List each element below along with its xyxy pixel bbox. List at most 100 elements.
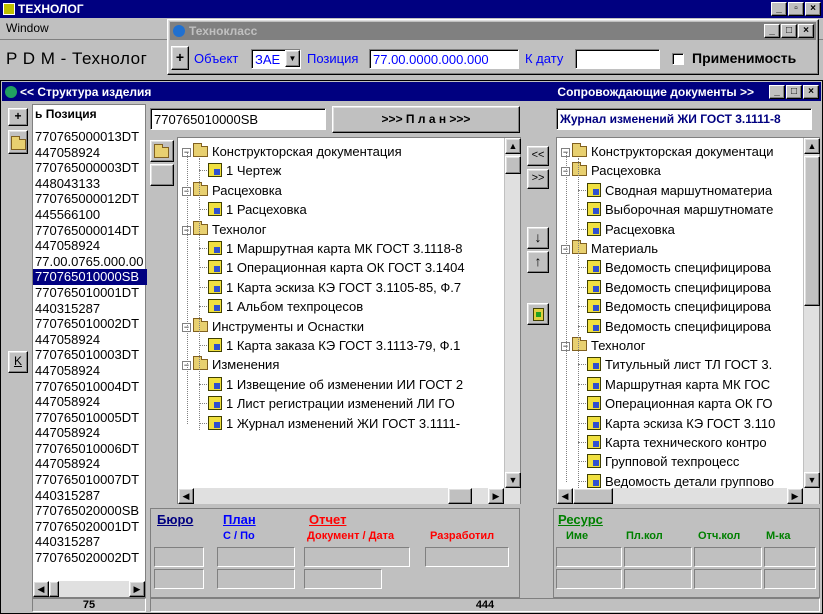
middle-vscroll[interactable]: ▲ ▼ <box>504 138 521 488</box>
tree-document[interactable]: Ведомость специфицирова <box>587 258 771 277</box>
dialog-close-icon[interactable]: × <box>798 24 814 38</box>
tree-folder[interactable]: − Технолог <box>561 336 645 355</box>
tree-folder[interactable]: − Изменения <box>182 355 279 374</box>
tree-document[interactable]: Групповой техпроцесс <box>587 452 739 471</box>
tree-document[interactable]: 1 Карта заказа КЭ ГОСТ 3.1113-79, Ф.1 <box>208 336 460 355</box>
scroll-right-icon[interactable]: ▶ <box>129 581 145 597</box>
plan-field-1[interactable] <box>217 547 295 567</box>
plan-button[interactable]: >>> П л а н >>> <box>332 106 520 133</box>
tree-document[interactable]: 1 Извещение об изменении ИИ ГОСТ 2 <box>208 375 463 394</box>
resource-label[interactable]: Ресурс <box>558 512 603 527</box>
scroll-left-icon[interactable]: ◀ <box>178 488 194 504</box>
position-item[interactable]: 770765010001DT <box>33 285 147 301</box>
tree-folder[interactable]: − Технолог <box>182 220 266 239</box>
position-item[interactable]: 770765010007DT <box>33 472 147 488</box>
restore-icon[interactable]: ▫ <box>788 2 804 16</box>
report-label[interactable]: Отчет <box>309 512 346 527</box>
tree-document[interactable]: Ведомость специфицирова <box>587 297 771 316</box>
tree-document[interactable]: 1 Чертеж <box>208 161 281 180</box>
tree-document[interactable]: Выборочная маршутномате <box>587 200 773 219</box>
tree-folder[interactable]: − Расцеховка <box>182 181 282 200</box>
position-hscroll[interactable]: ◀ ▶ <box>33 581 145 597</box>
struct-close-icon[interactable]: × <box>803 84 819 99</box>
position-item[interactable]: 770765000013DT <box>33 129 147 145</box>
arrow-down-icon[interactable]: ↓ <box>527 227 549 249</box>
position-item[interactable]: 77.00.0765.000.00 <box>33 254 147 270</box>
right-hscroll-thumb[interactable] <box>573 488 613 504</box>
scroll-right-icon[interactable]: ▶ <box>488 488 504 504</box>
scroll-up-icon[interactable]: ▲ <box>505 138 521 154</box>
scroll-left-icon[interactable]: ◀ <box>33 581 49 597</box>
report-field-1[interactable] <box>304 547 410 567</box>
tree-document[interactable]: Ведомость специфицирова <box>587 317 771 336</box>
position-item[interactable]: 770765010000SB <box>33 269 147 285</box>
right-vscroll-thumb[interactable] <box>804 156 820 306</box>
scroll-left-icon[interactable]: ◀ <box>557 488 573 504</box>
position-item[interactable]: 770765000012DT <box>33 191 147 207</box>
docs-title[interactable]: Сопровождающие документы >> <box>557 85 754 99</box>
product-code-field[interactable]: 770765010000SB <box>150 108 326 130</box>
scroll-down-icon[interactable]: ▼ <box>804 472 820 488</box>
position-input[interactable]: 77.00.0000.000.000 <box>369 49 519 69</box>
tree-document[interactable]: 1 Расцеховка <box>208 200 307 219</box>
object-select[interactable]: ЗАЕ ▼ <box>251 49 301 69</box>
dialog-maximize-icon[interactable]: □ <box>781 24 797 38</box>
tree-document[interactable]: Маршрутная карта МК ГОС <box>587 375 770 394</box>
middle-hscroll-thumb[interactable] <box>448 488 472 504</box>
move-left-button[interactable]: << <box>527 146 549 166</box>
middle-folder-icon[interactable] <box>150 140 174 162</box>
middle-blank-button[interactable] <box>150 164 174 186</box>
move-right-button[interactable]: >> <box>527 169 549 189</box>
tree-document[interactable]: Ведомость специфицирова <box>587 278 771 297</box>
close-icon[interactable]: × <box>805 2 821 16</box>
k-button[interactable]: K <box>8 351 28 373</box>
tree-document[interactable]: Операционная карта ОК ГО <box>587 394 773 413</box>
res-cell-2[interactable] <box>624 547 692 567</box>
arrow-up-icon[interactable]: ↑ <box>527 251 549 273</box>
minimize-icon[interactable]: _ <box>771 2 787 16</box>
tree-folder[interactable]: − Инструменты и Оснастки <box>182 317 364 336</box>
chevron-down-icon[interactable]: ▼ <box>285 50 300 67</box>
tree-document[interactable]: 1 Операционная карта ОК ГОСТ 3.1404 <box>208 258 465 277</box>
right-vscroll[interactable]: ▲ ▼ <box>803 138 820 488</box>
middle-hscroll[interactable]: ◀ ▶ <box>178 488 520 504</box>
position-item[interactable]: 447058924 <box>33 456 147 472</box>
tree-folder[interactable]: − Материаль <box>561 239 658 258</box>
position-item[interactable]: 447058924 <box>33 332 147 348</box>
res-cell-8[interactable] <box>764 569 816 589</box>
scroll-right-icon[interactable]: ▶ <box>787 488 803 504</box>
tree-document[interactable]: Титульный лист ТЛ ГОСТ 3. <box>587 355 772 374</box>
position-item[interactable]: 440315287 <box>33 534 147 550</box>
position-item[interactable]: 440315287 <box>33 488 147 504</box>
position-item[interactable]: 770765010004DT <box>33 379 147 395</box>
position-item[interactable]: 770765000003DT <box>33 160 147 176</box>
position-item[interactable]: 447058924 <box>33 425 147 441</box>
position-item[interactable]: 770765010002DT <box>33 316 147 332</box>
tree-document[interactable]: 1 Журнал изменений ЖИ ГОСТ 3.1111- <box>208 414 460 433</box>
scroll-thumb[interactable] <box>49 581 59 597</box>
position-header[interactable]: ь Позиция <box>35 107 97 121</box>
position-item[interactable]: 448043133 <box>33 176 147 192</box>
buro-label[interactable]: Бюро <box>157 512 193 527</box>
tree-folder[interactable]: − Конструкторская документаци <box>561 142 774 161</box>
res-cell-1[interactable] <box>556 547 622 567</box>
tree-document[interactable]: 1 Карта эскиза КЭ ГОСТ 3.1105-85, Ф.7 <box>208 278 461 297</box>
buro-field-1[interactable] <box>154 547 204 567</box>
res-cell-7[interactable] <box>694 569 762 589</box>
left-add-button[interactable]: + <box>8 108 28 126</box>
tree-document[interactable]: 1 Маршрутная карта МК ГОСТ 3.1118-8 <box>208 239 462 258</box>
position-item[interactable]: 770765020000SB <box>33 503 147 519</box>
date-input[interactable] <box>575 49 660 69</box>
position-item[interactable]: 447058924 <box>33 145 147 161</box>
position-item[interactable]: 770765000014DT <box>33 223 147 239</box>
scroll-down-icon[interactable]: ▼ <box>505 472 521 488</box>
res-cell-4[interactable] <box>764 547 816 567</box>
tree-folder[interactable]: − Конструкторская документация <box>182 142 402 161</box>
position-item[interactable]: 447058924 <box>33 394 147 410</box>
buro-field-2[interactable] <box>154 569 204 589</box>
tree-document[interactable]: 1 Альбом техпроцесов <box>208 297 363 316</box>
tree-document[interactable]: 1 Лист регистрации изменений ЛИ ГО <box>208 394 455 413</box>
struct-minimize-icon[interactable]: _ <box>769 84 785 99</box>
struct-maximize-icon[interactable]: □ <box>786 84 802 99</box>
res-cell-6[interactable] <box>624 569 692 589</box>
